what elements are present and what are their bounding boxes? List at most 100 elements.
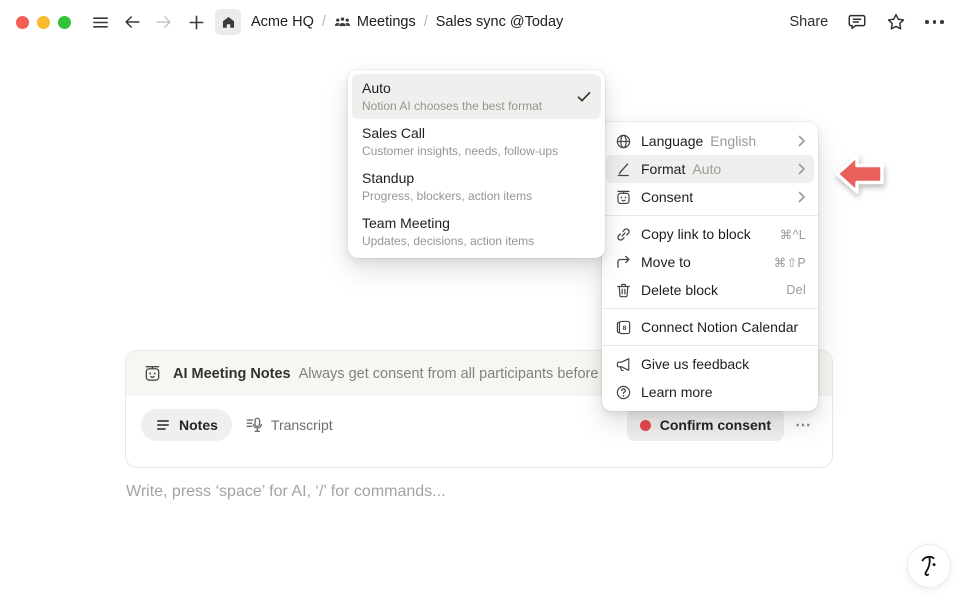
move-arrow-icon — [614, 254, 632, 271]
menu-item-copy-link[interactable]: Copy link to block ⌘^L — [606, 220, 814, 248]
megaphone-icon — [614, 356, 632, 373]
format-option-subtitle: Updates, decisions, action items — [362, 234, 591, 248]
people-icon — [334, 14, 351, 31]
menu-shortcut: ⌘^L — [780, 227, 806, 242]
globe-icon — [614, 133, 632, 150]
breadcrumb: Acme HQ / Meetings / Sales sync @Today — [249, 14, 565, 31]
format-option-subtitle: Customer insights, needs, follow-ups — [362, 144, 591, 158]
plus-icon — [187, 13, 206, 32]
titlebar-actions: Share — [790, 12, 944, 32]
more-icon — [925, 20, 929, 24]
notes-icon — [155, 417, 171, 433]
help-circle-icon — [614, 384, 632, 401]
menu-item-label: Learn more — [641, 384, 713, 400]
forward-arrow-icon — [154, 12, 174, 32]
format-option-title: Sales Call — [362, 125, 591, 141]
breadcrumb-separator: / — [424, 14, 428, 30]
consent-badge-icon — [614, 189, 632, 206]
menu-item-label: Give us feedback — [641, 356, 749, 372]
menu-divider — [602, 308, 818, 309]
menu-item-label: Consent — [641, 189, 693, 205]
format-option-team-meeting[interactable]: Team Meeting Updates, decisions, action … — [352, 209, 601, 254]
trash-icon — [614, 282, 632, 299]
format-option-subtitle: Progress, blockers, action items — [362, 189, 591, 203]
link-icon — [614, 226, 632, 243]
menu-item-label: Connect Notion Calendar — [641, 319, 798, 335]
comment-icon — [847, 12, 867, 32]
traffic-lights — [16, 16, 71, 29]
share-button[interactable]: Share — [790, 14, 829, 30]
format-option-subtitle: Notion AI chooses the best format — [362, 99, 569, 113]
format-option-sales-call[interactable]: Sales Call Customer insights, needs, fol… — [352, 119, 601, 164]
menu-item-consent[interactable]: Consent — [606, 183, 814, 211]
menu-item-feedback[interactable]: Give us feedback — [606, 350, 814, 378]
block-description: Always get consent from all participants… — [299, 366, 599, 382]
block-title: AI Meeting Notes — [173, 366, 291, 382]
confirm-consent-button[interactable]: Confirm consent — [627, 409, 784, 441]
close-window-button[interactable] — [16, 16, 29, 29]
menu-item-value: Auto — [692, 161, 721, 177]
home-icon — [221, 15, 236, 30]
tab-notes[interactable]: Notes — [141, 409, 232, 441]
menu-item-connect-calendar[interactable]: 8 Connect Notion Calendar — [606, 313, 814, 341]
chevron-right-icon — [797, 191, 806, 203]
sidebar-menu-button[interactable] — [87, 9, 113, 35]
menu-shortcut: ⌘⇧P — [774, 255, 806, 270]
editor-placeholder[interactable]: Write, press ‘space’ for AI, ‘/’ for com… — [126, 483, 446, 501]
menu-item-learn-more[interactable]: Learn more — [606, 378, 814, 406]
breadcrumb-workspace[interactable]: Acme HQ — [249, 14, 316, 30]
new-page-button[interactable] — [183, 9, 209, 35]
notion-ai-face-icon — [918, 553, 940, 579]
svg-text:8: 8 — [622, 325, 626, 332]
hamburger-icon — [91, 13, 110, 32]
tab-transcript[interactable]: Transcript — [245, 416, 333, 434]
record-dot-icon — [640, 420, 651, 431]
format-option-title: Standup — [362, 170, 591, 186]
menu-shortcut: Del — [786, 283, 806, 297]
nav-back-button[interactable] — [119, 9, 145, 35]
breadcrumb-meetings-label: Meetings — [357, 14, 416, 30]
block-more-button[interactable]: ⋯ — [795, 415, 812, 435]
menu-item-delete-block[interactable]: Delete block Del — [606, 276, 814, 304]
home-button[interactable] — [215, 9, 241, 35]
more-options-button[interactable] — [925, 20, 944, 24]
zoom-window-button[interactable] — [58, 16, 71, 29]
block-context-menu: Language English Format Auto — [602, 122, 818, 411]
star-icon — [886, 12, 906, 32]
breadcrumb-page-title[interactable]: Sales sync @Today — [434, 14, 566, 30]
menu-item-label: Move to — [641, 254, 691, 270]
menu-item-move-to[interactable]: Move to ⌘⇧P — [606, 248, 814, 276]
titlebar: Acme HQ / Meetings / Sales sync @Today S… — [0, 0, 960, 44]
menu-item-language[interactable]: Language English — [606, 127, 814, 155]
tab-notes-label: Notes — [179, 417, 218, 433]
nav-forward-button[interactable] — [151, 9, 177, 35]
format-option-standup[interactable]: Standup Progress, blockers, action items — [352, 164, 601, 209]
format-option-auto[interactable]: Auto Notion AI chooses the best format — [352, 74, 601, 119]
menu-item-format[interactable]: Format Auto — [606, 155, 814, 183]
transcript-icon — [245, 416, 263, 434]
back-arrow-icon — [122, 12, 142, 32]
comments-button[interactable] — [847, 12, 867, 32]
menu-item-label: Copy link to block — [641, 226, 751, 242]
menu-item-label: Format — [641, 161, 685, 177]
menu-item-label: Delete block — [641, 282, 718, 298]
format-option-title: Auto — [362, 80, 569, 96]
minimize-window-button[interactable] — [37, 16, 50, 29]
annotation-arrow — [833, 151, 887, 197]
checkmark-icon — [577, 91, 591, 103]
calendar-icon: 8 — [614, 319, 632, 336]
favorite-button[interactable] — [886, 12, 906, 32]
notion-ai-button[interactable] — [907, 544, 951, 588]
confirm-consent-label: Confirm consent — [660, 417, 771, 433]
menu-item-label: Language — [641, 133, 703, 149]
format-option-title: Team Meeting — [362, 215, 591, 231]
format-submenu: Auto Notion AI chooses the best format S… — [348, 70, 605, 258]
app-window: Acme HQ / Meetings / Sales sync @Today S… — [0, 0, 960, 600]
left-arrow-icon — [833, 151, 887, 197]
chevron-right-icon — [797, 163, 806, 175]
chevron-right-icon — [797, 135, 806, 147]
menu-item-value: English — [710, 133, 756, 149]
menu-divider — [602, 345, 818, 346]
breadcrumb-separator: / — [322, 14, 326, 30]
breadcrumb-meetings[interactable]: Meetings — [332, 14, 418, 31]
